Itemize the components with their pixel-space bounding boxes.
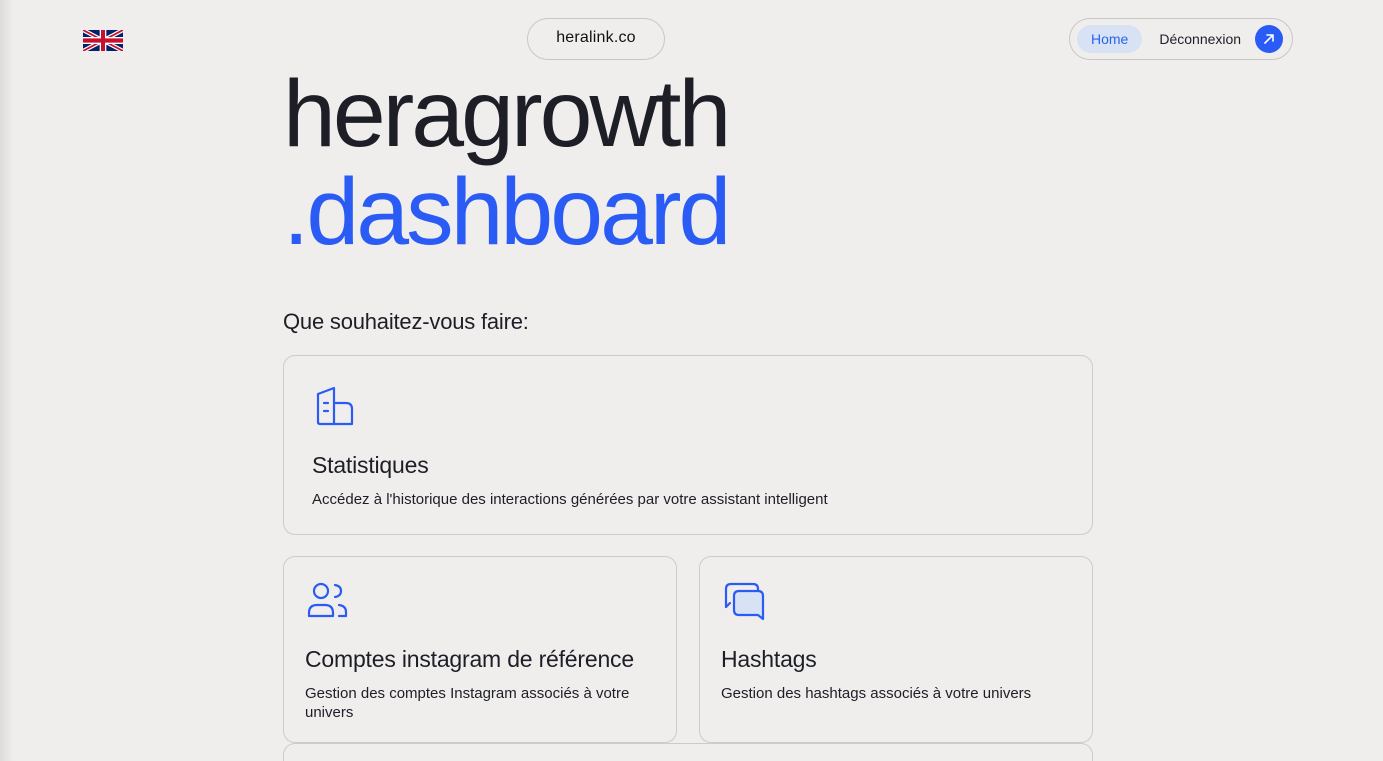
nav-arrow-button[interactable] (1255, 25, 1284, 53)
card-description: Accédez à l'historique des interactions … (312, 491, 828, 508)
card-hashtags[interactable]: Hashtags Gestion des hashtags associés à… (699, 556, 1093, 743)
users-icon (307, 582, 348, 618)
site-link-pill[interactable]: heralink.co (527, 18, 665, 60)
chat-icon (724, 582, 765, 621)
nav-home-button[interactable]: Home (1077, 25, 1143, 53)
card-partial[interactable] (283, 743, 1093, 761)
left-edge-shadow (0, 0, 14, 761)
arrow-up-right-icon (1264, 34, 1274, 44)
card-title: Comptes instagram de référence (305, 646, 634, 672)
document-icon (316, 386, 354, 426)
uk-flag-icon[interactable] (83, 30, 123, 51)
card-statistiques[interactable]: Statistiques Accédez à l'historique des … (283, 355, 1093, 535)
hero-title-line1: heragrowth (283, 61, 731, 167)
nav-home-label: Home (1091, 31, 1129, 47)
card-title: Hashtags (721, 646, 817, 672)
card-title: Statistiques (312, 452, 429, 478)
card-description: Gestion des hashtags associés à votre un… (721, 685, 1032, 702)
site-link-label: heralink.co (556, 29, 636, 46)
section-prompt: Que souhaitez-vous faire: (283, 309, 529, 334)
top-nav: Home Déconnexion (1069, 18, 1293, 60)
card-comptes-instagram[interactable]: Comptes instagram de référence Gestion d… (283, 556, 677, 743)
nav-logout-link[interactable]: Déconnexion (1159, 31, 1241, 47)
card-description: Gestion des comptes Instagram associés à… (305, 685, 630, 721)
hero-title-line2: .dashboard (283, 159, 731, 265)
